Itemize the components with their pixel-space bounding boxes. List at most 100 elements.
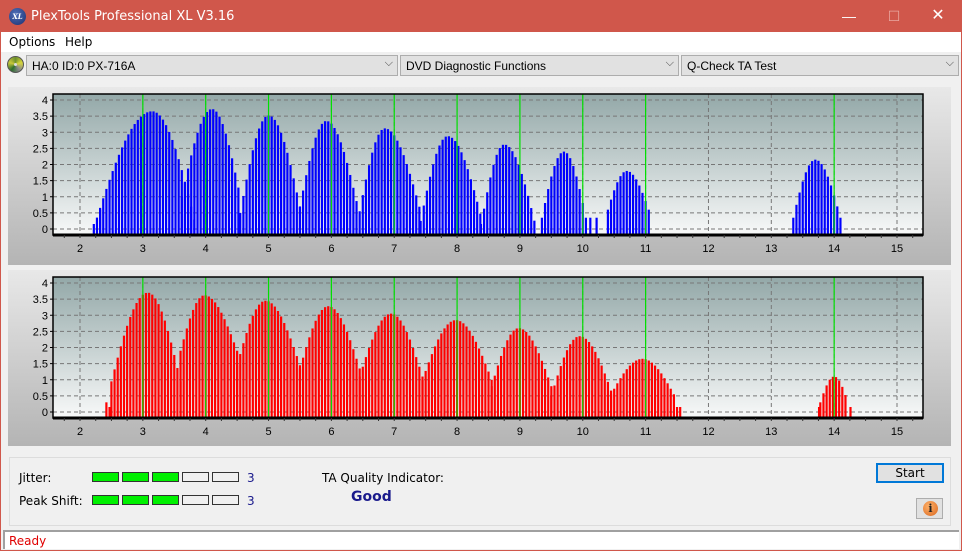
- histogram-bar: [242, 195, 245, 235]
- histogram-bar: [489, 177, 492, 235]
- histogram-bar: [251, 315, 254, 418]
- histogram-bar: [317, 129, 320, 235]
- histogram-bar: [530, 208, 533, 235]
- x-tick-label: 9: [517, 426, 523, 438]
- meter-segment: [152, 472, 179, 482]
- histogram-bar: [342, 151, 346, 235]
- histogram-bar: [152, 111, 155, 235]
- histogram-bar: [237, 187, 240, 235]
- histogram-bar: [559, 366, 562, 418]
- histogram-bar: [339, 142, 342, 235]
- histogram-bar: [825, 385, 828, 418]
- histogram-bar: [311, 148, 314, 235]
- histogram-bar: [148, 292, 151, 418]
- histogram-bar: [653, 365, 657, 418]
- histogram-bar: [155, 112, 158, 235]
- histogram-bar: [129, 316, 132, 418]
- app-window: XL PlexTools Professional XL V3.16 — ☐ ✕…: [0, 0, 962, 551]
- histogram-bar: [474, 341, 478, 418]
- histogram-bar: [116, 357, 119, 418]
- maximize-button[interactable]: ☐: [871, 1, 917, 32]
- histogram-bar: [460, 152, 463, 235]
- histogram-bar: [289, 338, 292, 418]
- histogram-bar: [421, 379, 424, 418]
- histogram-bar: [425, 190, 429, 235]
- histogram-bar: [193, 143, 196, 235]
- histogram-bar: [440, 333, 443, 418]
- histogram-bar: [829, 185, 833, 235]
- histogram-bar: [422, 205, 425, 235]
- menu-help[interactable]: Help: [65, 35, 92, 49]
- histogram-bar: [114, 162, 117, 235]
- test-select-value: Q-Check TA Test: [687, 59, 777, 73]
- histogram-bar: [199, 123, 202, 235]
- histogram-bar: [230, 158, 234, 235]
- histogram-bar: [374, 332, 377, 418]
- histogram-bar: [606, 209, 610, 235]
- histogram-bar: [798, 192, 801, 235]
- drive-select[interactable]: HA:0 ID:0 PX-716A ⌵: [26, 55, 398, 76]
- histogram-bar: [487, 371, 490, 418]
- menu-options[interactable]: Options: [9, 35, 55, 49]
- histogram-bar: [463, 160, 466, 235]
- meter-segment: [92, 495, 119, 505]
- histogram-bar: [160, 311, 163, 418]
- histogram-bar: [589, 217, 592, 235]
- histogram-bar: [367, 347, 371, 418]
- meter-segment: [182, 472, 209, 482]
- histogram-bar: [801, 181, 804, 235]
- close-button[interactable]: ✕: [915, 1, 961, 32]
- histogram-bar: [349, 340, 352, 418]
- histogram-bar: [248, 323, 251, 418]
- ta-quality-label: TA Quality Indicator:: [322, 471, 444, 485]
- histogram-bar: [438, 145, 441, 235]
- function-select[interactable]: DVD Diagnostic Functions ⌵: [400, 55, 679, 76]
- histogram-bar: [111, 171, 114, 235]
- histogram-bar: [419, 220, 422, 235]
- histogram-bar: [383, 316, 386, 418]
- y-tick-label: 2: [42, 343, 48, 355]
- status-text: Ready: [9, 534, 47, 548]
- histogram-bar: [628, 171, 632, 235]
- x-tick-label: 2: [77, 426, 83, 438]
- y-tick-label: 1: [42, 375, 48, 387]
- histogram-bar: [486, 192, 489, 235]
- histogram-bar: [158, 115, 161, 235]
- minimize-button[interactable]: —: [826, 1, 872, 32]
- histogram-bar: [314, 320, 317, 418]
- x-tick-label: 3: [140, 243, 146, 255]
- histogram-bar: [127, 134, 130, 235]
- x-tick-label: 6: [328, 243, 334, 255]
- groove-chart: 0 0.5 1 1.5 2 2.5 3 3.5 4 2 3 4 5 6 7 8 9 10 11 12 13 14 15: [33, 276, 924, 438]
- histogram-bar: [122, 335, 126, 418]
- histogram-bar: [647, 209, 650, 235]
- histogram-bar: [556, 375, 559, 418]
- histogram-bar: [506, 340, 509, 418]
- histogram-bar: [221, 124, 224, 235]
- info-button[interactable]: i: [916, 498, 943, 519]
- histogram-bar: [452, 320, 456, 418]
- histogram-bar: [454, 141, 457, 235]
- histogram-bar: [613, 190, 616, 235]
- x-tick-label: 6: [328, 426, 334, 438]
- histogram-bar: [635, 179, 638, 235]
- histogram-bar: [280, 132, 283, 235]
- histogram-bar: [446, 324, 449, 418]
- histogram-bar: [201, 295, 204, 418]
- start-button[interactable]: Start: [876, 463, 944, 483]
- histogram-bar: [675, 407, 679, 418]
- histogram-bar: [355, 201, 358, 235]
- histogram-bar: [496, 365, 500, 418]
- histogram-bar: [572, 339, 575, 418]
- histogram-bar: [324, 307, 327, 418]
- x-tick-label: 11: [640, 243, 651, 255]
- histogram-bar: [638, 185, 641, 235]
- histogram-bar: [635, 360, 638, 418]
- histogram-bar: [345, 162, 349, 235]
- test-select[interactable]: Q-Check TA Test ⌵: [681, 55, 959, 76]
- histogram-bar: [540, 217, 544, 235]
- jitter-value: 3: [247, 471, 255, 485]
- histogram-bar: [273, 119, 276, 235]
- histogram-bar: [411, 347, 415, 418]
- results-group: [9, 457, 951, 526]
